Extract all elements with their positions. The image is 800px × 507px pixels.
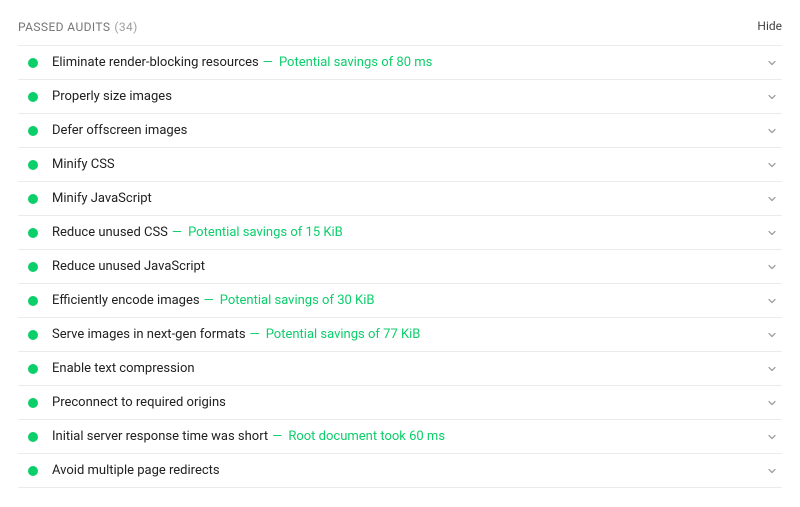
separator: — (204, 293, 214, 308)
audit-list: Eliminate render-blocking resources — Pote… (18, 45, 782, 488)
audit-row[interactable]: Properly size images (18, 79, 782, 113)
audit-label: Defer offscreen images (52, 123, 187, 138)
audit-label: Minify JavaScript (52, 191, 152, 206)
section-count: (34) (114, 20, 137, 34)
pass-icon (28, 194, 38, 204)
separator: — (272, 429, 282, 444)
audit-label: Preconnect to required origins (52, 395, 226, 410)
audit-label: Reduce unused JavaScript (52, 259, 205, 274)
chevron-down-icon (766, 295, 778, 307)
pass-icon (28, 92, 38, 102)
pass-icon (28, 228, 38, 238)
chevron-down-icon (766, 363, 778, 375)
pass-icon (28, 364, 38, 374)
chevron-down-icon (766, 193, 778, 205)
chevron-down-icon (766, 57, 778, 69)
pass-icon (28, 296, 38, 306)
audit-row[interactable]: Efficiently encode images — Potential savi… (18, 283, 782, 317)
pass-icon (28, 398, 38, 408)
chevron-down-icon (766, 397, 778, 409)
audit-label: Minify CSS (52, 157, 115, 172)
pass-icon (28, 466, 38, 476)
audit-detail: Potential savings of 15 KiB (188, 225, 343, 240)
audit-label: Efficiently encode images (52, 293, 200, 308)
audit-label: Initial server response time was short (52, 429, 268, 444)
chevron-down-icon (766, 329, 778, 341)
audit-label: Reduce unused CSS (52, 225, 168, 240)
separator: — (263, 55, 273, 70)
chevron-down-icon (766, 125, 778, 137)
separator: — (172, 225, 182, 240)
chevron-down-icon (766, 431, 778, 443)
separator: — (250, 327, 260, 342)
audit-row[interactable]: Minify JavaScript (18, 181, 782, 215)
audit-row[interactable]: Minify CSS (18, 147, 782, 181)
passed-audits-panel: PASSED AUDITS (34) Hide Eliminate render… (0, 0, 800, 494)
chevron-down-icon (766, 91, 778, 103)
audit-row[interactable]: Serve images in next-gen formats — Potenti… (18, 317, 782, 351)
audit-label: Enable text compression (52, 361, 195, 376)
audit-row[interactable]: Eliminate render-blocking resources — Pote… (18, 45, 782, 79)
audit-row[interactable]: Reduce unused CSS — Potential savings of 1… (18, 215, 782, 249)
chevron-down-icon (766, 465, 778, 477)
audit-detail: Potential savings of 80 ms (279, 55, 432, 70)
audit-row[interactable]: Preconnect to required origins (18, 385, 782, 419)
pass-icon (28, 160, 38, 170)
hide-button[interactable]: Hide (757, 19, 782, 33)
audit-detail: Potential savings of 77 KiB (266, 327, 421, 342)
audit-row[interactable]: Avoid multiple page redirects (18, 453, 782, 488)
chevron-down-icon (766, 227, 778, 239)
pass-icon (28, 432, 38, 442)
audit-detail: Root document took 60 ms (288, 429, 445, 444)
audit-label: Avoid multiple page redirects (52, 463, 220, 478)
pass-icon (28, 330, 38, 340)
section-title-wrap: PASSED AUDITS (34) (18, 16, 138, 35)
pass-icon (28, 262, 38, 272)
chevron-down-icon (766, 159, 778, 171)
audit-label: Serve images in next-gen formats (52, 327, 246, 342)
audit-row[interactable]: Defer offscreen images (18, 113, 782, 147)
section-title: PASSED AUDITS (18, 20, 110, 34)
audit-row[interactable]: Initial server response time was short — R… (18, 419, 782, 453)
pass-icon (28, 58, 38, 68)
audit-row[interactable]: Enable text compression (18, 351, 782, 385)
audit-detail: Potential savings of 30 KiB (220, 293, 375, 308)
section-header: PASSED AUDITS (34) Hide (18, 16, 782, 35)
pass-icon (28, 126, 38, 136)
chevron-down-icon (766, 261, 778, 273)
audit-label: Eliminate render-blocking resources (52, 55, 259, 70)
audit-row[interactable]: Reduce unused JavaScript (18, 249, 782, 283)
audit-label: Properly size images (52, 89, 172, 104)
